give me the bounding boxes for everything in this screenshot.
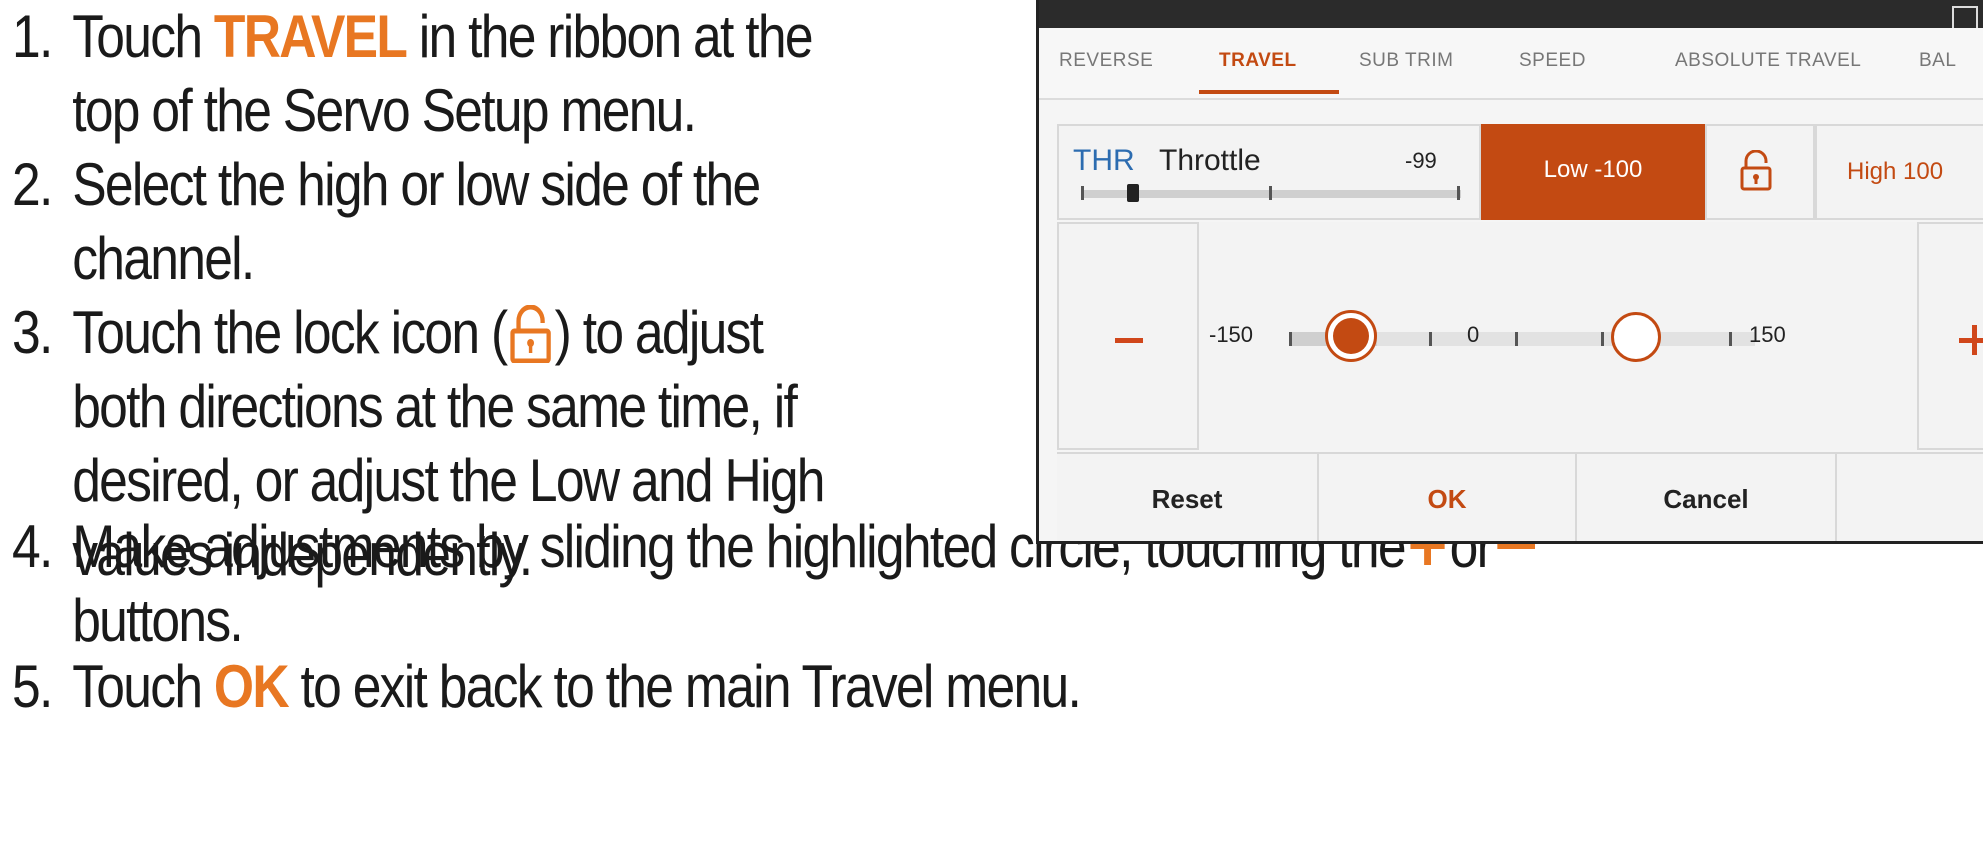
unlocked-padlock-icon bbox=[510, 305, 551, 363]
channel-bar-tick bbox=[1269, 186, 1272, 200]
reset-label: Reset bbox=[1151, 484, 1223, 514]
tab-speed[interactable]: SPEED bbox=[1519, 50, 1586, 72]
footer-bar: Reset OK Cancel bbox=[1057, 452, 1983, 541]
step-1: 1. Touch TRAVEL in the ribbon at the top … bbox=[12, 0, 814, 148]
low-label: Low -100 bbox=[1543, 156, 1643, 183]
highlight-ok: OK bbox=[213, 653, 290, 720]
channel-bar-tick bbox=[1081, 186, 1084, 200]
tab-reverse[interactable]: REVERSE bbox=[1059, 50, 1153, 72]
low-handle[interactable] bbox=[1325, 310, 1377, 362]
slider-tick bbox=[1515, 332, 1518, 346]
channel-value: -99 bbox=[1405, 148, 1437, 173]
slider-row: -150 0 150 bbox=[1057, 222, 1983, 450]
high-side-button[interactable]: High 100 bbox=[1815, 124, 1983, 220]
slider-tick bbox=[1729, 332, 1732, 346]
step-text: channel. bbox=[72, 225, 255, 292]
ok-label: OK bbox=[1427, 484, 1467, 514]
channel-name: Throttle bbox=[1159, 144, 1261, 177]
plus-button[interactable] bbox=[1917, 222, 1983, 450]
step-5: 5. Touch OK to exit back to the main Trav… bbox=[12, 650, 1082, 724]
slider-min-label: -150 bbox=[1209, 322, 1254, 347]
travel-slider[interactable]: -150 0 150 bbox=[1199, 222, 1917, 450]
step-text: Touch the lock icon ( bbox=[72, 299, 508, 366]
unlocked-padlock-icon bbox=[1740, 150, 1772, 191]
channel-info[interactable]: THR Throttle -99 bbox=[1057, 124, 1481, 220]
step-number: 4. bbox=[12, 513, 53, 580]
plus-icon bbox=[1959, 338, 1983, 343]
active-tab-indicator bbox=[1199, 90, 1339, 94]
tab-balance[interactable]: BAL bbox=[1919, 50, 1956, 72]
high-handle[interactable] bbox=[1611, 312, 1661, 362]
step-text: buttons. bbox=[72, 587, 244, 654]
step-number: 3. bbox=[12, 299, 53, 366]
channel-code: THR bbox=[1073, 144, 1135, 177]
step-text: both directions at the same time, if bbox=[72, 373, 798, 440]
step-number: 1. bbox=[12, 3, 53, 70]
step-text: ) to adjust bbox=[554, 299, 764, 366]
step-text: Touch bbox=[72, 653, 214, 720]
step-2: 2. Select the high or low side of the cha… bbox=[12, 148, 761, 296]
high-label: High 100 bbox=[1847, 158, 1944, 185]
lock-button[interactable] bbox=[1705, 124, 1815, 220]
step-text: Touch bbox=[72, 3, 214, 70]
step-number: 5. bbox=[12, 653, 53, 720]
minus-button[interactable] bbox=[1057, 222, 1199, 450]
low-side-button[interactable]: Low -100 bbox=[1481, 124, 1705, 220]
cancel-button[interactable]: Cancel bbox=[1577, 454, 1837, 541]
tab-absolute-travel[interactable]: ABSOLUTE TRAVEL bbox=[1675, 50, 1861, 72]
channel-bar-tick bbox=[1457, 186, 1460, 200]
step-number: 2. bbox=[12, 151, 53, 218]
channel-row: THR Throttle -99 Low -100 High 100 bbox=[1057, 124, 1983, 220]
slider-max-label: 150 bbox=[1749, 322, 1786, 347]
minus-icon bbox=[1115, 338, 1143, 343]
ok-button[interactable]: OK bbox=[1319, 454, 1577, 541]
step-text: in the ribbon at the bbox=[406, 3, 814, 70]
channel-position-marker bbox=[1127, 184, 1139, 202]
highlight-travel: TRAVEL bbox=[213, 3, 408, 70]
tab-sub-trim[interactable]: SUB TRIM bbox=[1359, 50, 1453, 72]
tab-ribbon: REVERSE TRAVEL SUB TRIM SPEED ABSOLUTE T… bbox=[1039, 28, 1983, 100]
cancel-label: Cancel bbox=[1663, 484, 1749, 514]
title-bar bbox=[1039, 0, 1983, 28]
reset-button[interactable]: Reset bbox=[1057, 454, 1319, 541]
servo-travel-screenshot: REVERSE TRAVEL SUB TRIM SPEED ABSOLUTE T… bbox=[1036, 0, 1983, 544]
step-text: Select the high or low side of the bbox=[72, 151, 761, 218]
window-icon bbox=[1952, 6, 1978, 28]
plus-icon-stroke bbox=[1972, 325, 1977, 355]
tab-travel[interactable]: TRAVEL bbox=[1219, 50, 1297, 72]
slider-tick bbox=[1601, 332, 1604, 346]
slider-mid-label: 0 bbox=[1467, 322, 1480, 347]
slider-tick bbox=[1289, 332, 1292, 346]
step-text: to exit back to the main Travel menu. bbox=[287, 653, 1081, 720]
step-text: desired, or adjust the Low and High bbox=[72, 447, 825, 514]
slider-tick bbox=[1429, 332, 1432, 346]
step-text: top of the Servo Setup menu. bbox=[72, 77, 697, 144]
